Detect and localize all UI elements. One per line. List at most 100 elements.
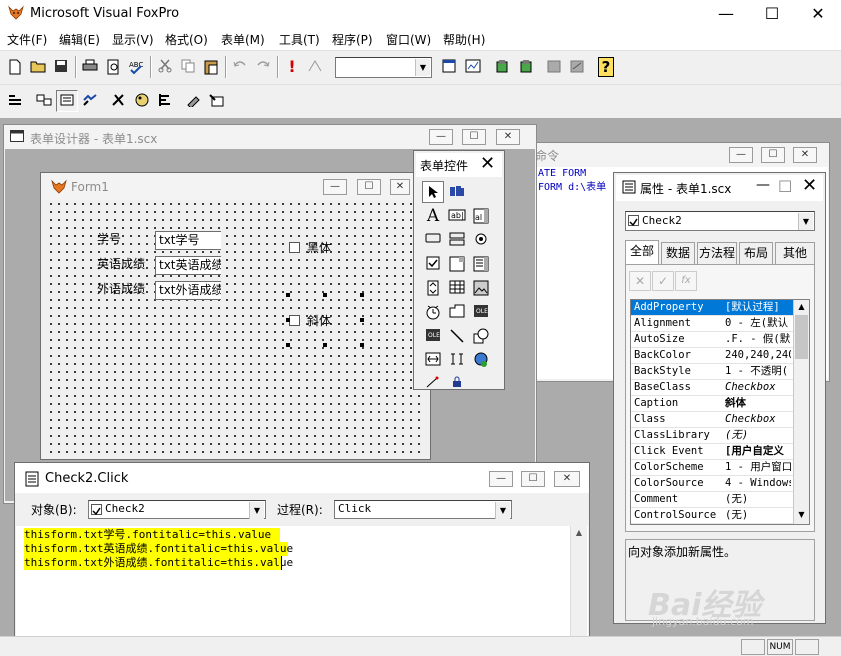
form1-canvas[interactable]: 学号 英语成绩 外语成绩 txt学号 txt英语成绩 txt外语成绩 黑体 斜体 [47, 200, 425, 454]
color-palette-icon[interactable] [131, 90, 153, 112]
tab-all[interactable]: 全部 [625, 240, 659, 264]
tab-layout[interactable]: 布局 [739, 242, 773, 264]
label-foreign-score[interactable]: 外语成绩 [97, 280, 145, 297]
chevron-down-icon[interactable]: ▼ [495, 502, 510, 519]
selection-handle[interactable] [360, 293, 364, 297]
tab-methods[interactable]: 方法程 [697, 242, 737, 264]
menu-file[interactable]: 文件(F) [7, 31, 47, 48]
minimize-icon[interactable]: — [323, 179, 347, 195]
property-row[interactable]: Click Event [用户自定义 [631, 444, 793, 460]
maximize-icon[interactable]: ☐ [357, 179, 381, 195]
textbox-tool-icon[interactable]: ab| [446, 205, 468, 227]
spinner-tool-icon[interactable] [422, 277, 444, 299]
menu-edit[interactable]: 编辑(E) [59, 31, 100, 48]
menu-form[interactable]: 表单(M) [221, 31, 265, 48]
selection-handle[interactable] [360, 318, 364, 322]
cut-icon[interactable] [154, 56, 176, 78]
close-button[interactable]: ✕ [795, 0, 841, 28]
help-icon[interactable]: ? [595, 56, 617, 78]
property-row[interactable]: BackColor 240,240,240 [631, 348, 793, 364]
button-lock-icon[interactable] [446, 373, 468, 387]
tab-data[interactable]: 数据 [661, 242, 695, 264]
close-icon[interactable]: ✕ [554, 471, 580, 487]
builder-lock-icon[interactable] [422, 373, 444, 388]
container-tool-icon[interactable] [422, 349, 444, 371]
shape-tool-icon[interactable] [470, 325, 492, 347]
form-builder-icon[interactable] [183, 90, 205, 112]
run-icon[interactable]: ! [281, 56, 303, 78]
selection-handle[interactable] [286, 293, 290, 297]
property-row[interactable]: Alignment 0 - 左(默认 [631, 316, 793, 332]
data-environment-icon[interactable] [33, 90, 55, 112]
accept-edit-icon[interactable]: ✓ [652, 271, 674, 291]
checkbox-tool-icon[interactable] [422, 253, 444, 275]
checkbox-italic-label[interactable]: 斜体 [307, 312, 331, 329]
selection-handle[interactable] [323, 343, 327, 347]
scroll-up-icon[interactable]: ▲ [794, 300, 809, 314]
label-english-score[interactable]: 英语成绩 [97, 255, 145, 272]
image-tool-icon[interactable] [470, 277, 492, 299]
property-row[interactable]: ColorSource 4 - Windows [631, 476, 793, 492]
autoreport-icon[interactable] [566, 56, 588, 78]
scroll-up-icon[interactable]: ▲ [571, 526, 587, 540]
open-folder-icon[interactable] [27, 56, 49, 78]
timer-tool-icon[interactable] [422, 301, 444, 323]
maximize-icon[interactable]: ☐ [521, 471, 545, 487]
form-controls-toolbar-icon[interactable] [108, 90, 130, 112]
maximize-icon[interactable]: ☐ [778, 177, 792, 196]
maximize-icon[interactable]: ☐ [761, 147, 785, 163]
editbox-tool-icon[interactable]: al [470, 205, 492, 227]
new-file-icon[interactable] [4, 56, 26, 78]
menu-tools[interactable]: 工具(T) [279, 31, 320, 48]
property-list[interactable]: AddProperty [默认过程] Alignment 0 - 左(默认 AutoSi… [630, 299, 810, 525]
undo-icon[interactable] [229, 56, 251, 78]
ole-container-tool-icon[interactable]: OLE [470, 301, 492, 323]
label-tool-icon[interactable]: A [422, 205, 444, 227]
textbox-student-id[interactable]: txt学号 [155, 231, 221, 250]
form1-window[interactable]: Form1 — ☐ ✕ 学号 英语成绩 外语成绩 txt学号 txt英语成绩 t… [40, 172, 431, 460]
property-row[interactable]: BaseClass Checkbox [631, 380, 793, 396]
save-icon[interactable] [50, 56, 72, 78]
maximize-icon[interactable]: ☐ [462, 129, 486, 145]
option-group-tool-icon[interactable] [470, 229, 492, 251]
minimize-button[interactable]: — [703, 0, 749, 28]
label-student-id[interactable]: 学号 [97, 230, 121, 247]
scroll-thumb[interactable] [795, 315, 808, 359]
form-controls-toolbox[interactable]: 表单控件 ✕ A ab| al OLE OLE [413, 150, 505, 390]
close-icon[interactable]: ✕ [390, 179, 410, 195]
report-wizard-icon[interactable] [515, 56, 537, 78]
property-row[interactable]: ControlSource (无) [631, 508, 793, 524]
data-session-icon[interactable] [462, 56, 484, 78]
properties-window[interactable]: 属性 - 表单1.scx — ☐ ✕ Check2 ▼ 全部 数据 方法程 布局… [613, 172, 826, 624]
property-row[interactable]: ClassLibrary (无) [631, 428, 793, 444]
property-row[interactable]: Class Checkbox [631, 412, 793, 428]
property-row[interactable]: ColorScheme 1 - 用户窗口 [631, 460, 793, 476]
property-row[interactable]: Comment (无) [631, 492, 793, 508]
property-row[interactable]: AddProperty [默认过程] [631, 300, 793, 316]
chevron-down-icon[interactable]: ▼ [249, 502, 264, 519]
close-icon[interactable]: ✕ [496, 129, 520, 145]
code-editor[interactable]: thisform.txt学号.fontitalic=this.value thi… [16, 526, 588, 639]
ole-bound-tool-icon[interactable]: OLE [422, 325, 444, 347]
form-wizard-icon[interactable] [491, 56, 513, 78]
close-icon[interactable]: ✕ [793, 147, 817, 163]
object-select[interactable]: Check2 ▼ [625, 211, 815, 231]
menu-help[interactable]: 帮助(H) [443, 31, 485, 48]
minimize-icon[interactable]: — [756, 177, 770, 193]
pageframe-tool-icon[interactable] [446, 301, 468, 323]
property-scrollbar[interactable]: ▲ ▼ [793, 300, 809, 524]
chevron-down-icon[interactable]: ▼ [798, 213, 813, 230]
maximize-button[interactable]: ☐ [749, 0, 795, 28]
paste-icon[interactable] [200, 56, 222, 78]
separator-tool-icon[interactable] [446, 349, 468, 371]
hyperlink-tool-icon[interactable] [470, 349, 492, 371]
close-icon[interactable]: ✕ [480, 153, 495, 174]
close-icon[interactable]: ✕ [802, 175, 817, 196]
copy-icon[interactable] [177, 56, 199, 78]
checkbox-bold[interactable] [289, 242, 300, 253]
combobox-tool-icon[interactable] [446, 253, 468, 275]
print-preview-icon[interactable] [102, 56, 124, 78]
scroll-down-icon[interactable]: ▼ [794, 508, 809, 522]
autoformat-icon[interactable] [206, 90, 228, 112]
database-combo[interactable]: ▼ [335, 57, 432, 78]
